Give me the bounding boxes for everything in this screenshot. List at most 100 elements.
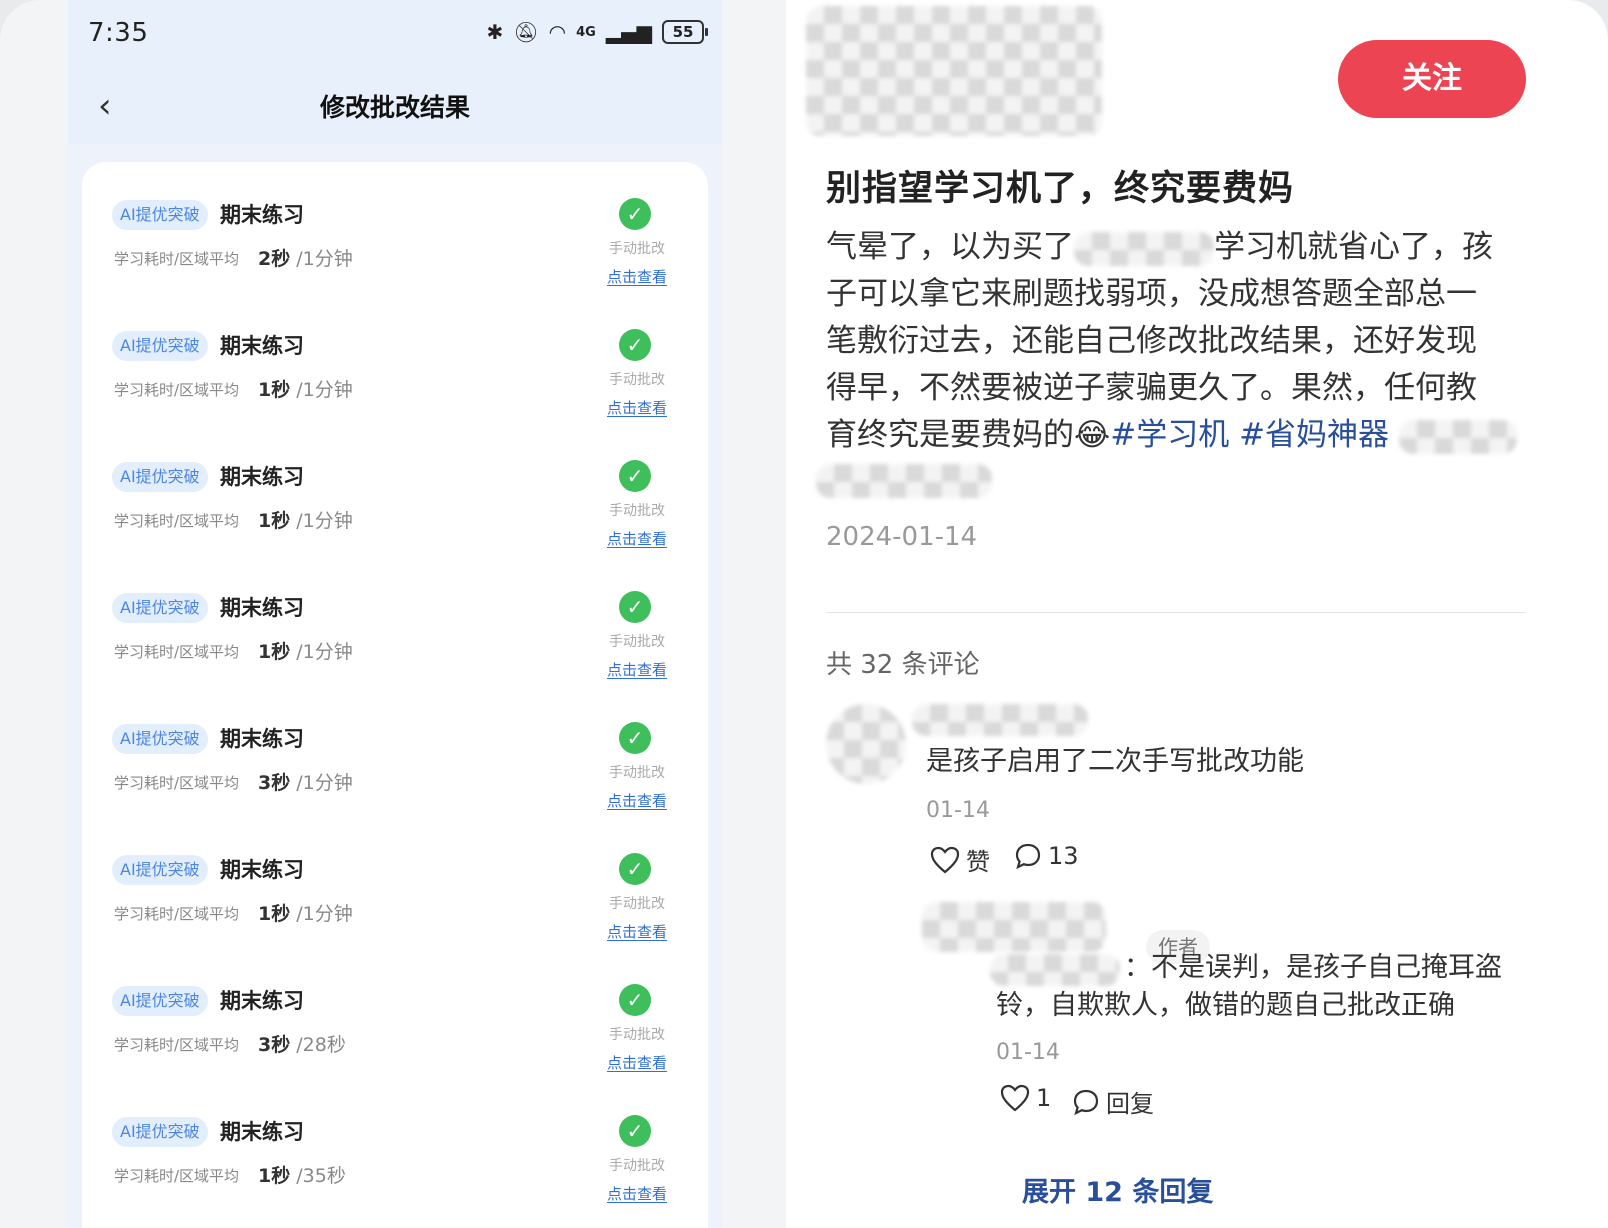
- comment-bubble-icon: [1073, 1089, 1099, 1115]
- network-label: 4G: [576, 24, 596, 40]
- record-mode: 手动批改: [609, 241, 665, 257]
- record-title: 期末练习: [220, 465, 304, 489]
- check-icon: ✓: [619, 198, 651, 230]
- post-panel: 关注 别指望学习机了，终究要费妈 气晕了，以为买了 学习机就省心了，孩 子可以拿它…: [786, 0, 1608, 1228]
- reply-count: 13: [1048, 842, 1079, 870]
- record-stat-value: 3秒 /28秒: [258, 1032, 346, 1058]
- record-mode: 手动批改: [609, 896, 665, 912]
- record-tag: AI提优突破: [112, 724, 208, 754]
- check-icon: ✓: [619, 722, 651, 754]
- record-mode: 手动批改: [609, 372, 665, 388]
- check-icon: ✓: [619, 329, 651, 361]
- heart-icon: [930, 846, 960, 873]
- record-mode: 手动批改: [609, 1027, 665, 1043]
- record-average: /1分钟: [296, 903, 353, 925]
- reply-label: 回复: [1106, 1090, 1154, 1118]
- divider: [826, 612, 1526, 613]
- reply-button[interactable]: 回复: [1072, 1084, 1154, 1119]
- record-title: 期末练习: [220, 727, 304, 751]
- post-date: 2024-01-14: [826, 522, 978, 552]
- mute-icon: 🔕︎: [513, 20, 539, 44]
- hashtag-learning-machine[interactable]: #学习机: [1110, 417, 1229, 453]
- comment-text: 是孩子启用了二次手写批改功能: [926, 746, 1304, 777]
- record-title: 期末练习: [220, 334, 304, 358]
- like-button[interactable]: 赞: [930, 842, 990, 877]
- mention-blur: [990, 954, 1120, 986]
- expand-replies-link[interactable]: 展开 12 条回复: [1022, 1170, 1213, 1209]
- check-icon: ✓: [619, 460, 651, 492]
- record-stat-label: 学习耗时/区域平均: [114, 905, 240, 923]
- signal-icon: ▂▄▆: [605, 20, 652, 44]
- view-link[interactable]: 点击查看: [602, 528, 672, 549]
- record-average: /1分钟: [296, 641, 353, 663]
- hashtag-mom-helper[interactable]: #省妈神器: [1239, 417, 1389, 453]
- check-icon: ✓: [619, 1115, 651, 1147]
- view-link[interactable]: 点击查看: [602, 397, 672, 418]
- commenter-avatar[interactable]: [826, 704, 906, 784]
- record-stat-value: 1秒 /1分钟: [258, 508, 353, 534]
- view-link[interactable]: 点击查看: [602, 921, 672, 942]
- phone-screenshot-panel: 7:35 ✱ 🔕︎ ◠ 4G ▂▄▆ 55 ‹ 修改批改结果 AI提优突破 期末练…: [0, 0, 786, 1228]
- view-link[interactable]: 点击查看: [602, 1183, 672, 1204]
- status-icons: ✱ 🔕︎ ◠ 4G ▂▄▆ 55: [486, 20, 708, 44]
- record-stat-label: 学习耗时/区域平均: [114, 512, 240, 530]
- record-average: /1分钟: [296, 772, 353, 794]
- reply-count-button[interactable]: 13: [1014, 842, 1079, 870]
- record-average: /35秒: [296, 1165, 346, 1187]
- view-link[interactable]: 点击查看: [602, 659, 672, 680]
- nav-bar: ‹ 修改批改结果: [68, 74, 722, 144]
- post-body: 气晕了，以为买了 学习机就省心了，孩 子可以拿它来刷题找弱项，没成想答题全部总一 …: [826, 224, 1536, 459]
- record-stat-label: 学习耗时/区域平均: [114, 643, 240, 661]
- record-time: 1秒: [258, 1165, 291, 1187]
- record-stat-value: 1秒 /1分钟: [258, 377, 353, 403]
- record-stat-label: 学习耗时/区域平均: [114, 774, 240, 792]
- record-tag: AI提优突破: [112, 986, 208, 1016]
- record-mode: 手动批改: [609, 765, 665, 781]
- brand-blur: [1074, 231, 1214, 266]
- record-stat-label: 学习耗时/区域平均: [114, 1167, 240, 1185]
- record-stat-value: 1秒 /1分钟: [258, 901, 353, 927]
- reply-like-button[interactable]: 1: [1000, 1084, 1051, 1112]
- post-line-3: 笔敷衍过去，还能自己修改批改结果，还好发现: [826, 323, 1477, 359]
- follow-button[interactable]: 关注: [1338, 40, 1526, 118]
- record-row: AI提优突破 期末练习 学习耗时/区域平均 3秒 /1分钟 ✓ 手动批改 点击查看: [82, 686, 708, 817]
- commenter-name-blur: [912, 704, 1088, 736]
- check-icon: ✓: [619, 984, 651, 1016]
- view-link[interactable]: 点击查看: [602, 790, 672, 811]
- record-time: 3秒: [258, 1034, 291, 1056]
- record-time: 1秒: [258, 379, 291, 401]
- view-link[interactable]: 点击查看: [602, 266, 672, 287]
- record-row: AI提优突破 期末练习 学习耗时/区域平均 2秒 /1分钟 ✓ 手动批改 点击查看: [82, 162, 708, 293]
- bluetooth-icon: ✱: [486, 20, 504, 44]
- view-link[interactable]: 点击查看: [602, 1052, 672, 1073]
- record-row: AI提优突破 期末练习 学习耗时/区域平均 1秒 /1分钟 ✓ 手动批改 点击查看: [82, 293, 708, 424]
- record-stat-value: 1秒 /1分钟: [258, 639, 353, 665]
- record-tag: AI提优突破: [112, 855, 208, 885]
- record-time: 2秒: [258, 248, 291, 270]
- record-mode: 手动批改: [609, 634, 665, 650]
- heart-icon: [1000, 1084, 1030, 1112]
- record-mode: 手动批改: [609, 1158, 665, 1174]
- record-average: /1分钟: [296, 510, 353, 532]
- page-title: 修改批改结果: [319, 93, 470, 122]
- record-tag: AI提优突破: [112, 462, 208, 492]
- record-tag: AI提优突破: [112, 200, 208, 230]
- record-title: 期末练习: [220, 1120, 304, 1144]
- record-row: AI提优突破 期末练习 学习耗时/区域平均 1秒 /35秒 ✓ 手动批改 点击查看: [82, 1079, 708, 1210]
- record-row: AI提优突破 期末练习 学习耗时/区域平均 3秒 /28秒 ✓ 手动批改 点击查看: [82, 948, 708, 1079]
- post-line-5: 育终究是要费妈的😂#学习机 #省妈神器: [826, 412, 1536, 459]
- record-stat-value: 2秒 /1分钟: [258, 246, 353, 272]
- post-title: 别指望学习机了，终究要费妈: [826, 169, 1295, 209]
- record-title: 期末练习: [220, 596, 304, 620]
- post-line-2: 子可以拿它来刷题找弱项，没成想答题全部总一: [826, 276, 1477, 312]
- reply-text-line-2: 铃，自欺欺人，做错的题自己批改正确: [996, 990, 1455, 1021]
- status-bar: 7:35 ✱ 🔕︎ ◠ 4G ▂▄▆ 55: [68, 0, 722, 74]
- comment-bubble-icon: [1015, 843, 1041, 870]
- reply-date: 01-14: [996, 1040, 1060, 1065]
- avatar-username-blur: [806, 6, 1102, 136]
- record-average: /1分钟: [296, 248, 353, 270]
- comment-date: 01-14: [926, 798, 990, 823]
- record-average: /28秒: [296, 1034, 346, 1056]
- reply-text-line-1: ：不是误判，是孩子自己掩耳盗: [1124, 952, 1502, 983]
- records-card: AI提优突破 期末练习 学习耗时/区域平均 2秒 /1分钟 ✓ 手动批改 点击查看 AI提优突…: [82, 162, 708, 1228]
